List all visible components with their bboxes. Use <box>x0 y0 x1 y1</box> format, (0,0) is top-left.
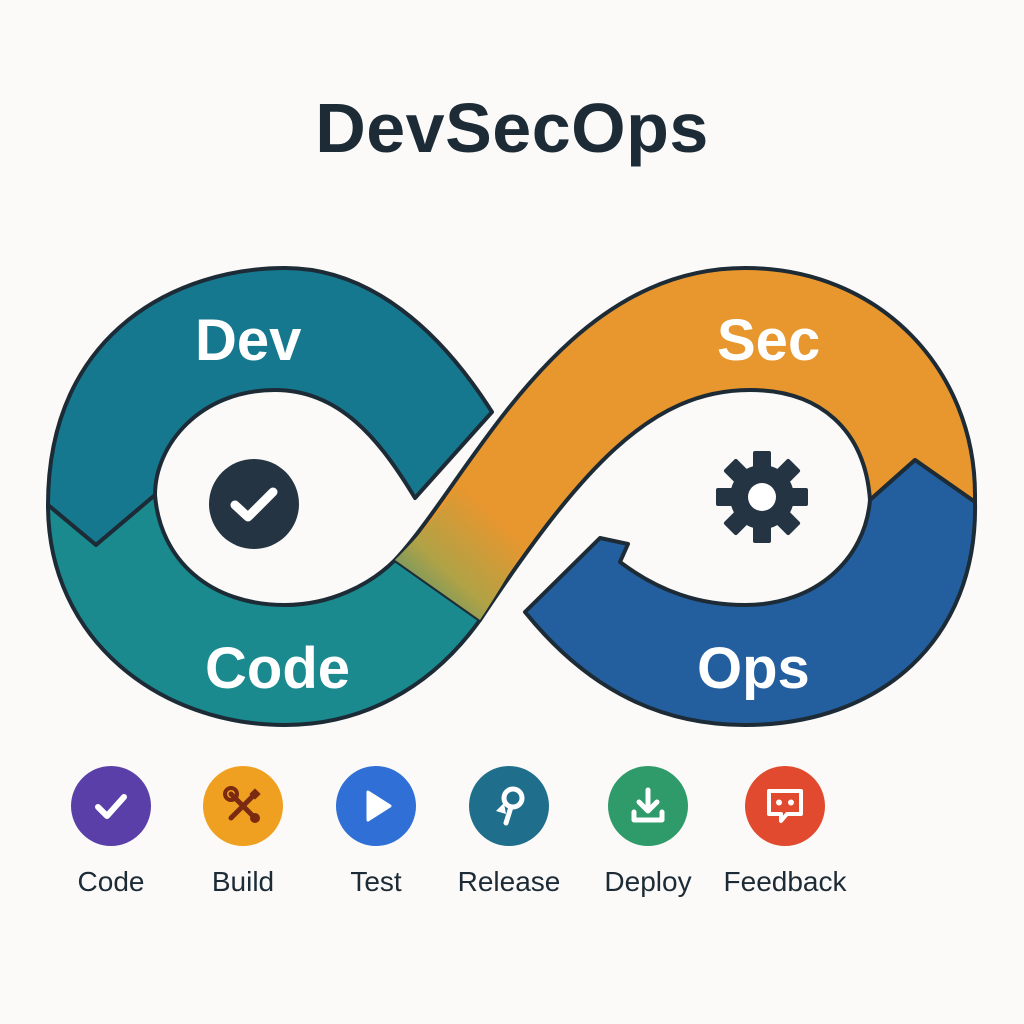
stage-release-label: Release <box>457 866 561 897</box>
stage-release: Release <box>429 766 589 898</box>
stage-feedback-badge <box>745 766 825 846</box>
stage-feedback-label: Feedback <box>723 866 847 897</box>
stage-build-badge <box>203 766 283 846</box>
stage-code-badge <box>71 766 151 846</box>
stage-deploy: Deploy <box>568 766 728 898</box>
check-icon <box>95 794 127 819</box>
download-icon <box>631 787 665 823</box>
wrench-screwdriver-icon <box>223 786 261 823</box>
stage-deploy-label: Deploy <box>604 866 692 897</box>
stage-deploy-badge <box>608 766 688 846</box>
gear-icon <box>716 451 808 543</box>
ops-label: Ops <box>697 636 810 701</box>
dev-label: Dev <box>195 308 302 373</box>
chat-icon <box>767 789 803 823</box>
code-label: Code <box>205 636 350 701</box>
stage-test-badge <box>336 766 416 846</box>
check-circle-icon <box>209 459 299 549</box>
play-icon <box>366 790 392 822</box>
stage-release-badge <box>469 766 549 846</box>
sec-label: Sec <box>717 308 821 373</box>
key-icon <box>496 786 525 826</box>
stage-feedback: Feedback <box>705 766 865 898</box>
